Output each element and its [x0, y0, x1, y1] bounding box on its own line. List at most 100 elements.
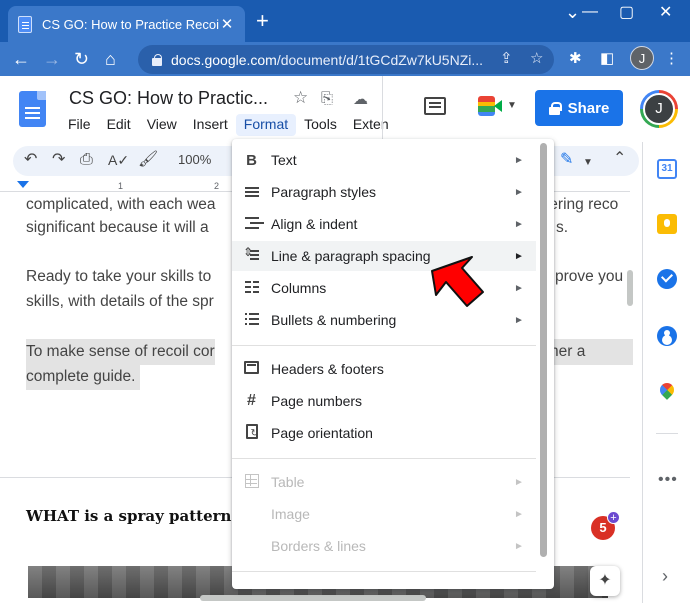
cloud-saved-icon[interactable]: ☁ [353, 90, 368, 108]
indent-marker[interactable] [17, 181, 29, 188]
selected-text: complete guide. [26, 364, 141, 390]
tasks-icon[interactable] [657, 269, 677, 289]
extensions-puzzle-icon[interactable]: ✱ [569, 49, 582, 67]
redo-icon[interactable]: ↷ [52, 149, 65, 171]
side-panel-icon[interactable]: ◧ [600, 49, 614, 67]
menu-item-headers-footers[interactable]: Headers & footers [232, 354, 536, 384]
address-bar[interactable]: docs.google.com/document/d/1tGCdZw7kU5NZ… [138, 45, 554, 74]
share-label: Share [567, 99, 610, 117]
calendar-icon[interactable]: 31 [657, 159, 677, 179]
menu-item-image: Image ► [232, 499, 536, 529]
menu-divider [232, 345, 536, 346]
menu-insert[interactable]: Insert [185, 114, 236, 136]
body-text: prove you [555, 268, 624, 285]
page-orientation-icon [232, 424, 271, 442]
url-host: docs.google.com [171, 51, 277, 68]
star-icon[interactable]: ☆ [293, 88, 308, 108]
user-avatar[interactable]: J [640, 90, 678, 128]
menu-item-page-orientation[interactable]: Page orientation [232, 418, 536, 448]
menu-divider [232, 571, 536, 572]
reload-icon[interactable]: ↻ [74, 48, 89, 70]
browser-profile-avatar[interactable]: J [630, 46, 654, 70]
menu-item-bullets-numbering[interactable]: Bullets & numbering ► [232, 305, 536, 335]
menu-scrollbar[interactable] [540, 143, 547, 557]
menu-item-line-paragraph-spacing[interactable]: Line & paragraph spacing ► [232, 241, 536, 271]
browser-titlebar: CS GO: How to Practice Recoil Co ✕ + ⌄ —… [0, 0, 690, 42]
format-menu: B Text ► Paragraph styles ► Align & inde… [232, 139, 554, 589]
menu-item-label: Columns [271, 280, 327, 296]
close-tab-icon[interactable]: ✕ [219, 15, 235, 33]
more-menu-icon[interactable]: ⋮ [664, 49, 679, 67]
menu-edit[interactable]: Edit [99, 114, 139, 136]
editing-mode-pencil-icon[interactable]: ✎ [560, 149, 573, 171]
home-icon[interactable]: ⌂ [105, 48, 116, 70]
menu-format[interactable]: Format [235, 114, 297, 136]
menu-item-label: Borders & lines [271, 538, 366, 554]
chevron-right-icon[interactable]: › [662, 566, 668, 587]
selected-text: To make sense of recoil cor [26, 339, 215, 365]
section-heading: WHAT is a spray pattern [26, 507, 232, 525]
comment-history-icon[interactable] [424, 97, 446, 115]
back-arrow-icon[interactable]: ← [12, 48, 30, 70]
lock-icon[interactable] [152, 53, 162, 66]
maximize-icon[interactable]: ▢ [619, 2, 634, 22]
url-path: /document/d/1tGCdZw7kU5NZi... [276, 51, 484, 68]
align-indent-icon [232, 216, 271, 232]
new-tab-button[interactable]: + [256, 9, 269, 33]
more-addons-icon[interactable]: ••• [658, 471, 678, 489]
share-page-icon[interactable]: ⇪ [500, 49, 513, 67]
meet-icon[interactable] [478, 96, 502, 116]
spellcheck-icon[interactable]: A✓ [108, 149, 129, 171]
menu-extensions[interactable]: Exten [345, 114, 397, 136]
keep-icon[interactable] [657, 214, 677, 234]
forward-arrow-icon[interactable]: → [43, 48, 61, 70]
close-window-icon[interactable]: ✕ [659, 2, 672, 22]
contacts-icon[interactable] [657, 326, 677, 346]
zoom-select[interactable]: 100% [178, 152, 211, 167]
share-button[interactable]: Share [535, 90, 623, 126]
move-folder-icon[interactable]: ⎘ [321, 90, 333, 107]
browser-toolbar: ← → ↻ ⌂ docs.google.com/document/d/1tGCd… [0, 42, 690, 76]
menu-item-label: Line & paragraph spacing [271, 248, 431, 264]
menu-item-align-indent[interactable]: Align & indent ► [232, 209, 536, 239]
menu-item-paragraph-styles[interactable]: Paragraph styles ► [232, 177, 536, 207]
explore-sparkle-icon[interactable]: ✦ [590, 566, 620, 596]
submenu-arrow-icon: ► [514, 314, 524, 326]
plus-icon: + [607, 511, 620, 524]
paragraph-styles-icon [232, 184, 271, 200]
selected-text: her a [550, 339, 634, 365]
menu-file[interactable]: File [60, 114, 99, 136]
undo-icon[interactable]: ↶ [24, 149, 37, 171]
menu-tools[interactable]: Tools [296, 114, 345, 136]
meet-caret-icon[interactable]: ▼ [507, 100, 517, 111]
browser-tab[interactable]: CS GO: How to Practice Recoil Co ✕ [8, 6, 245, 42]
menu-item-columns[interactable]: Columns ► [232, 273, 536, 303]
submenu-arrow-icon: ► [514, 186, 524, 198]
side-panel-divider [656, 433, 678, 434]
menu-item-text[interactable]: B Text ► [232, 145, 536, 175]
line-spacing-icon [232, 245, 271, 264]
lock-icon [548, 101, 562, 115]
minimize-icon[interactable]: — [582, 3, 598, 21]
menu-divider [232, 458, 536, 459]
paint-format-icon[interactable]: 🖌 [138, 149, 158, 171]
docs-logo-icon[interactable] [19, 91, 46, 127]
chevron-down-icon[interactable]: ⌄ [565, 2, 580, 23]
menu-view[interactable]: View [139, 114, 185, 136]
menu-item-label: Page numbers [271, 393, 363, 409]
menu-item-page-numbers[interactable]: # Page numbers [232, 386, 536, 416]
menu-item-label: Paragraph styles [271, 184, 377, 200]
maps-icon[interactable] [657, 383, 677, 403]
body-text: significant because it will a [26, 219, 209, 236]
menu-item-label: Headers & footers [271, 361, 384, 377]
body-text: complicated, with each wea [26, 196, 216, 213]
print-icon[interactable]: ⎙ [80, 149, 93, 171]
menu-item-label: Align & indent [271, 216, 358, 232]
horizontal-scrollbar[interactable] [200, 595, 426, 601]
chevron-up-icon[interactable]: ⌃ [613, 148, 626, 170]
document-scrollbar[interactable] [627, 270, 633, 306]
bookmark-star-icon[interactable]: ☆ [530, 49, 543, 67]
chevron-down-icon[interactable]: ▼ [583, 152, 593, 174]
document-title[interactable]: CS GO: How to Practic... [69, 88, 268, 109]
bold-b-icon: B [246, 151, 257, 169]
